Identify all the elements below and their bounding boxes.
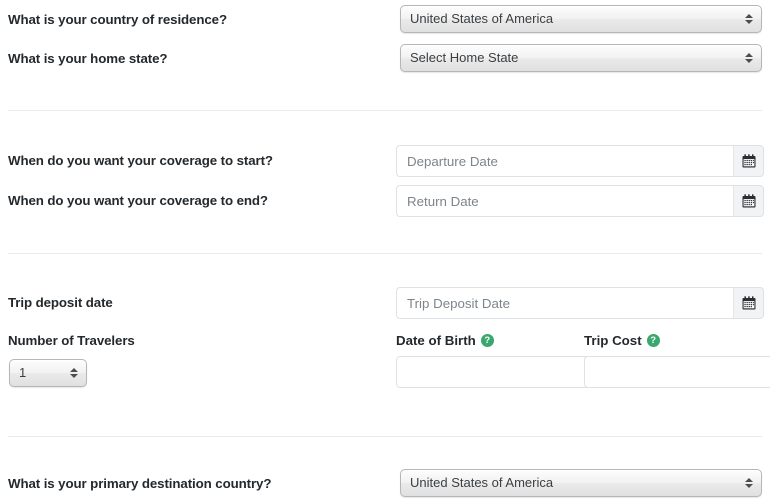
help-circle-icon[interactable]: ?	[481, 334, 494, 347]
primary-destination-country-value: United States of America	[410, 475, 553, 490]
label-trip-cost-group: Trip Cost ?	[584, 333, 660, 348]
select-arrows-icon	[744, 475, 753, 491]
label-primary-destination-country: What is your primary destination country…	[8, 464, 271, 504]
select-arrows-icon	[69, 365, 78, 381]
departure-date-input[interactable]	[396, 145, 733, 177]
select-arrows-icon	[744, 50, 753, 66]
primary-destination-country-select-wrap: United States of America	[400, 469, 762, 497]
row-coverage-end: When do you want your coverage to end?	[0, 181, 770, 221]
row-coverage-start: When do you want your coverage to start?	[0, 141, 770, 181]
return-date-calendar-button[interactable]	[733, 185, 764, 217]
coverage-start-field	[396, 145, 764, 177]
date-of-birth-field	[396, 356, 576, 388]
help-circle-icon[interactable]: ?	[647, 334, 660, 347]
trip-cost-input[interactable]	[584, 356, 770, 388]
label-country-of-residence: What is your country of residence?	[8, 0, 227, 40]
home-state-select[interactable]: Select Home State	[400, 44, 762, 72]
departure-date-calendar-button[interactable]	[733, 145, 764, 177]
trip-cost-field	[584, 356, 764, 388]
calendar-icon	[742, 194, 756, 208]
calendar-icon	[742, 154, 756, 168]
date-of-birth-input[interactable]	[396, 356, 595, 388]
label-date-of-birth: Date of Birth	[396, 333, 476, 348]
label-trip-cost: Trip Cost	[584, 333, 642, 348]
home-state-value: Select Home State	[410, 50, 518, 65]
primary-destination-country-select[interactable]: United States of America	[400, 469, 762, 497]
row-home-state: What is your home state? Select Home Sta…	[0, 39, 770, 79]
select-arrows-icon	[744, 11, 753, 27]
section-divider-3	[8, 436, 762, 437]
section-divider-2	[8, 253, 762, 254]
section-divider-1	[8, 110, 762, 111]
label-home-state: What is your home state?	[8, 39, 167, 79]
number-of-travelers-value: 1	[19, 365, 26, 380]
calendar-icon	[742, 296, 756, 310]
travel-insurance-quote-form: What is your country of residence? Unite…	[0, 0, 770, 504]
row-country-of-residence: What is your country of residence? Unite…	[0, 0, 770, 40]
number-of-travelers-select-wrap: 1	[9, 359, 87, 387]
label-date-of-birth-group: Date of Birth ?	[396, 333, 494, 348]
number-of-travelers-select[interactable]: 1	[9, 359, 87, 387]
trip-deposit-date-field	[396, 287, 764, 319]
label-coverage-end: When do you want your coverage to end?	[8, 181, 268, 221]
return-date-input[interactable]	[396, 185, 733, 217]
country-of-residence-select-wrap: United States of America	[400, 5, 762, 33]
row-trip-deposit-date: Trip deposit date	[0, 283, 770, 323]
trip-deposit-date-input[interactable]	[396, 287, 733, 319]
country-of-residence-select[interactable]: United States of America	[400, 5, 762, 33]
row-primary-destination-country: What is your primary destination country…	[0, 464, 770, 504]
home-state-select-wrap: Select Home State	[400, 44, 762, 72]
label-coverage-start: When do you want your coverage to start?	[8, 141, 273, 181]
label-trip-deposit-date: Trip deposit date	[8, 283, 113, 323]
trip-deposit-date-calendar-button[interactable]	[733, 287, 764, 319]
label-number-of-travelers: Number of Travelers	[8, 325, 135, 357]
country-of-residence-value: United States of America	[410, 11, 553, 26]
coverage-end-field	[396, 185, 764, 217]
